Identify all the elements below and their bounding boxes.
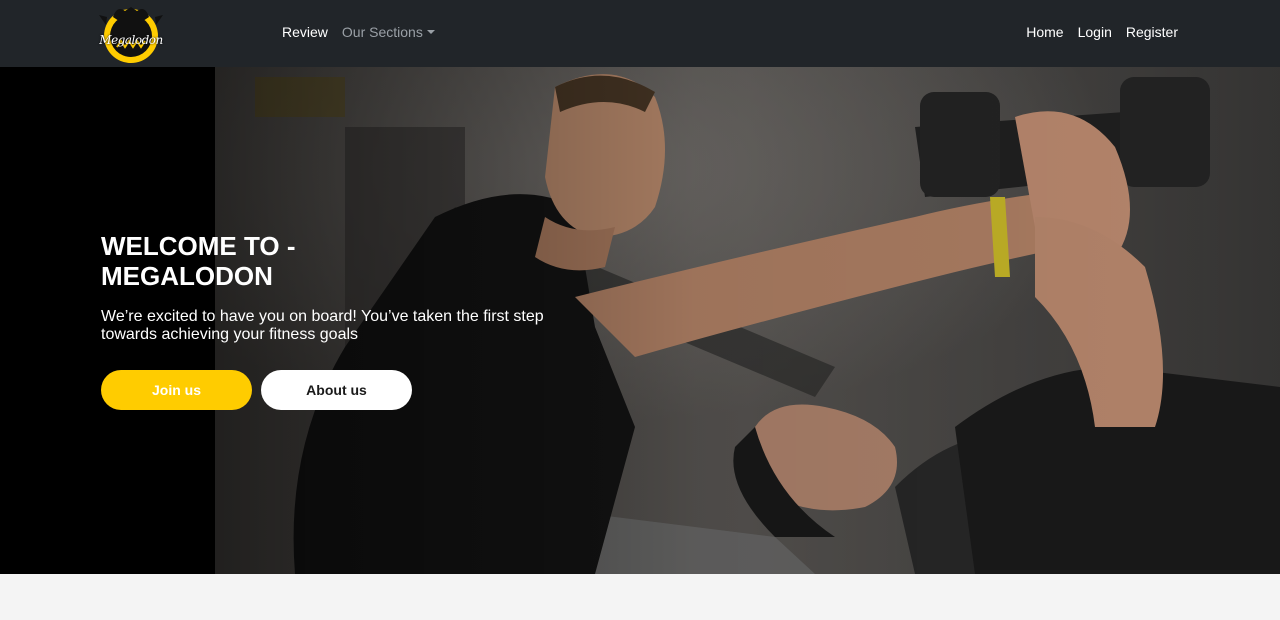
caret-down-icon [426,30,435,34]
hero-section: WELCOME TO - MEGALODON We’re excited to h… [0,67,1280,574]
about-us-button[interactable]: About us [261,370,412,410]
primary-nav: Review Our Sections [282,24,435,40]
nav-our-sections-label: Our Sections [341,24,423,40]
hero-title-line1: WELCOME TO - [101,231,296,261]
navbar: Megalodon Review Our Sections Home Login… [0,0,1280,67]
hero-title: WELCOME TO - MEGALODON [101,231,401,291]
hero-title-line2: MEGALODON [101,261,273,291]
hero-subtitle: We’re excited to have you on board! You’… [101,308,544,343]
join-us-button[interactable]: Join us [101,370,252,410]
brand-logo[interactable]: Megalodon [97,3,165,63]
logo-text: Megalodon [99,33,163,47]
nav-review[interactable]: Review [282,24,328,40]
nav-register[interactable]: Register [1126,24,1178,40]
nav-home[interactable]: Home [1026,24,1063,40]
nav-login[interactable]: Login [1078,24,1112,40]
account-nav: Home Login Register [1026,24,1178,40]
nav-our-sections-dropdown[interactable]: Our Sections [342,24,435,40]
